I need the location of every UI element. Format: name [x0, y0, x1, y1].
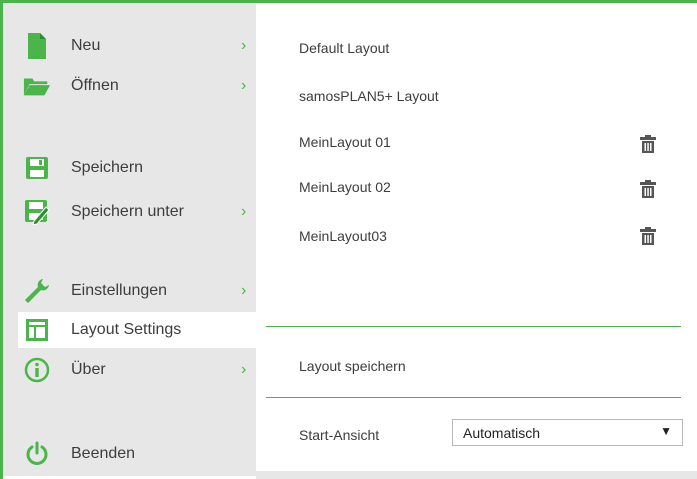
power-icon: [23, 440, 51, 468]
sidebar-item-beenden[interactable]: Beenden: [18, 436, 256, 472]
sidebar: Neu › Öffnen › Speichern Speichern unter…: [3, 3, 256, 476]
layout-option-meinlayout-01[interactable]: MeinLayout 01: [299, 134, 391, 150]
sidebar-item-ueber[interactable]: Über ›: [18, 352, 256, 388]
layout-option-meinlayout-02[interactable]: MeinLayout 02: [299, 179, 391, 195]
chevron-right-icon: ›: [241, 37, 247, 54]
trash-icon[interactable]: [640, 227, 656, 245]
sidebar-item-speichern[interactable]: Speichern: [18, 150, 256, 186]
save-icon: [23, 154, 51, 182]
divider: [266, 326, 681, 327]
save-as-icon: [23, 198, 51, 226]
sidebar-item-label: Neu: [71, 37, 101, 54]
trash-icon[interactable]: [640, 135, 656, 153]
sidebar-item-label: Einstellungen: [71, 282, 168, 299]
chevron-right-icon: ›: [241, 203, 247, 220]
sidebar-item-layout-settings[interactable]: Layout Settings: [18, 312, 256, 348]
info-icon: [23, 356, 51, 384]
layout-icon: [23, 316, 51, 344]
layout-option-samosplan[interactable]: samosPLAN5+ Layout: [299, 88, 439, 104]
new-file-icon: [23, 32, 51, 60]
divider: [266, 397, 681, 398]
dropdown-arrow-icon: ▼: [660, 424, 672, 438]
layout-option-default[interactable]: Default Layout: [299, 40, 389, 56]
start-view-dropdown[interactable]: Automatisch ▼: [452, 419, 683, 446]
start-view-label: Start-Ansicht: [299, 427, 380, 443]
trash-icon[interactable]: [640, 180, 656, 198]
save-layout-button[interactable]: Layout speichern: [299, 358, 406, 374]
sidebar-item-oeffnen[interactable]: Öffnen ›: [18, 68, 256, 104]
sidebar-item-label: Öffnen: [71, 77, 119, 94]
sidebar-item-label: Speichern: [71, 159, 144, 176]
sidebar-item-speichern-unter[interactable]: Speichern unter ›: [18, 194, 256, 230]
start-view-value: Automatisch: [463, 425, 541, 441]
layout-option-meinlayout03[interactable]: MeinLayout03: [299, 228, 387, 244]
layout-settings-panel: Default Layout samosPLAN5+ Layout MeinLa…: [256, 3, 694, 476]
bottom-strip: [256, 471, 697, 479]
sidebar-item-label: Layout Settings: [71, 321, 182, 338]
open-folder-icon: [23, 72, 51, 100]
sidebar-item-label: Speichern unter: [71, 203, 184, 220]
sidebar-item-label: Beenden: [71, 445, 136, 462]
chevron-right-icon: ›: [241, 361, 247, 378]
wrench-icon: [23, 277, 51, 305]
chevron-right-icon: ›: [241, 77, 247, 94]
sidebar-item-einstellungen[interactable]: Einstellungen ›: [18, 273, 256, 309]
sidebar-item-neu[interactable]: Neu ›: [18, 28, 256, 64]
sidebar-item-label: Über: [71, 361, 106, 378]
chevron-right-icon: ›: [241, 282, 247, 299]
